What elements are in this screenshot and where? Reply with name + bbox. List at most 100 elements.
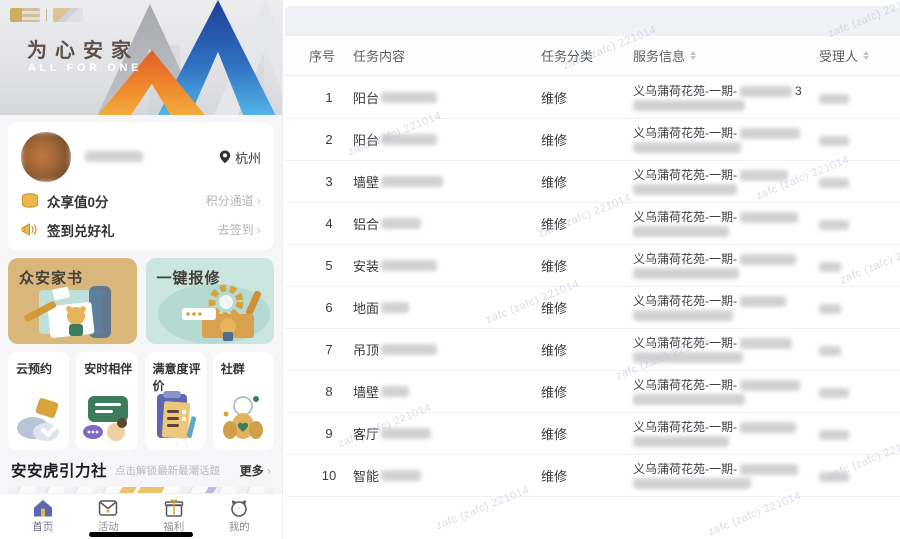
- tab-label: 我的: [228, 521, 250, 533]
- location[interactable]: 杭州: [219, 148, 261, 167]
- task-category-cell: 维修: [541, 469, 568, 484]
- table-body: 1 阳台 维修 义乌蒲荷花苑-一期- 3 2 阳台 维修 义乌蒲荷花苑-一期- 3…: [285, 77, 900, 497]
- community-illustration: [223, 396, 264, 439]
- task-category-cell: 维修: [541, 301, 568, 316]
- col-handler[interactable]: 受理人: [819, 46, 900, 65]
- points-link[interactable]: 积分通道: [206, 192, 254, 209]
- table-header: 序号 任务内容 任务分类 服务信息 受理人: [285, 36, 900, 76]
- service-info-cell: 义乌蒲荷花苑-一期-: [633, 420, 819, 447]
- megaphone-icon: [21, 223, 37, 236]
- avatar[interactable]: [21, 132, 71, 182]
- redacted-text: [740, 212, 798, 223]
- redacted-text: [381, 344, 438, 355]
- panel-top-band: [285, 6, 900, 36]
- redacted-text: [381, 470, 422, 481]
- table-row[interactable]: 7 吊顶 维修 义乌蒲荷花苑-一期-: [285, 329, 900, 371]
- brand-logos: [10, 7, 83, 23]
- service-info-cell: 义乌蒲荷花苑-一期-: [633, 294, 819, 321]
- app-banner: 为心安家 ALL FOR ONE: [0, 0, 282, 115]
- table-row[interactable]: 9 客厅 维修 义乌蒲荷花苑-一期-: [285, 413, 900, 455]
- redacted-text: [381, 134, 438, 145]
- signin-row[interactable]: 签到兑好礼 去签到 ›: [21, 215, 261, 244]
- chevron-right-icon: ›: [256, 222, 261, 237]
- table-row[interactable]: 2 阳台 维修 义乌蒲荷花苑-一期-: [285, 119, 900, 161]
- task-content-cell: 智能: [349, 466, 541, 485]
- row-index: 4: [325, 216, 333, 231]
- chevron-right-icon: ›: [256, 193, 261, 208]
- redacted-text: [633, 226, 729, 237]
- redacted-text: [381, 260, 438, 271]
- banner-subtitle: ALL FOR ONE: [28, 62, 142, 74]
- location-pin-icon: [219, 150, 231, 164]
- redacted-text: [819, 345, 841, 356]
- quick-action-satisfaction-review[interactable]: 满意度评价: [144, 352, 206, 450]
- task-category-cell: 维修: [541, 133, 568, 148]
- redacted-text: [819, 303, 841, 314]
- community-section-header: 安安虎引力社 点击解锁最新最潮话题 更多 ›: [11, 459, 271, 481]
- task-category-cell: 维修: [541, 343, 568, 358]
- row-index: 2: [325, 132, 333, 147]
- redacted-text: [633, 352, 743, 363]
- feature-card-label: 一键报修: [156, 270, 221, 287]
- task-content-cell: 墙壁: [349, 382, 541, 401]
- family-letter-illustration: [23, 286, 111, 338]
- task-content-cell: 阳台: [349, 88, 541, 107]
- redacted-text: [740, 128, 800, 139]
- envelope-icon: [99, 500, 118, 516]
- table-row[interactable]: 8 墙壁 维修 义乌蒲荷花苑-一期-: [285, 371, 900, 413]
- redacted-text: [381, 92, 438, 103]
- sort-icon[interactable]: [690, 51, 697, 60]
- task-content-cell: 客厅: [349, 424, 541, 443]
- mobile-app-panel: 为心安家 ALL FOR ONE 杭州 众享值0分 积分通道 › 签到兑好礼 去…: [0, 0, 283, 539]
- banner-title: 为心安家: [27, 40, 139, 62]
- feature-card-label: 众安家书: [19, 270, 84, 287]
- redacted-text: [819, 135, 849, 146]
- task-category-cell: 维修: [541, 175, 568, 190]
- brand-logo-right: [53, 8, 83, 22]
- table-row[interactable]: 3 墙壁 维修 义乌蒲荷花苑-一期-: [285, 161, 900, 203]
- row-index: 1: [325, 90, 333, 105]
- task-content-cell: 阳台: [349, 130, 541, 149]
- points-label: 众享值0分: [47, 194, 109, 210]
- redacted-text: [740, 380, 800, 391]
- cloud-booking-illustration: [16, 398, 59, 441]
- signin-label: 签到兑好礼: [47, 223, 115, 239]
- table-row[interactable]: 4 铝合 维修 义乌蒲荷花苑-一期-: [285, 203, 900, 245]
- coins-icon: [21, 193, 39, 208]
- redacted-text: [381, 218, 422, 229]
- community-more-link[interactable]: 更多: [240, 462, 264, 479]
- redacted-text: [633, 394, 745, 405]
- task-category-cell: 维修: [541, 217, 568, 232]
- col-service-info[interactable]: 服务信息: [633, 46, 819, 65]
- quick-action-label: 云预约: [16, 362, 53, 376]
- redacted-text: [740, 254, 796, 265]
- quick-action-companion[interactable]: 安时相伴: [76, 352, 138, 450]
- review-illustration: [157, 391, 197, 439]
- table-row[interactable]: 6 地面 维修 义乌蒲荷花苑-一期-: [285, 287, 900, 329]
- tab-home[interactable]: 首页: [10, 499, 76, 539]
- feature-card-family-letter[interactable]: 众安家书: [8, 258, 137, 344]
- service-info-cell: 义乌蒲荷花苑-一期-: [633, 210, 819, 237]
- row-index: 5: [325, 258, 333, 273]
- tab-label: 首页: [32, 521, 54, 533]
- feature-card-one-key-repair[interactable]: 一键报修: [145, 258, 274, 344]
- quick-action-cloud-booking[interactable]: 云预约: [8, 352, 70, 450]
- task-content-cell: 吊顶: [349, 340, 541, 359]
- table-row[interactable]: 1 阳台 维修 义乌蒲荷花苑-一期- 3: [285, 77, 900, 119]
- points-row[interactable]: 众享值0分 积分通道 ›: [21, 186, 261, 215]
- table-row[interactable]: 10 智能 维修 义乌蒲荷花苑-一期-: [285, 455, 900, 497]
- logo-divider: [46, 9, 47, 21]
- redacted-text: [740, 86, 792, 97]
- redacted-text: [819, 177, 849, 188]
- redacted-text: [819, 471, 849, 482]
- redacted-text: [381, 302, 410, 313]
- quick-action-community[interactable]: 社群: [212, 352, 274, 450]
- table-row[interactable]: 5 安装 维修 义乌蒲荷花苑-一期-: [285, 245, 900, 287]
- service-info-cell: 义乌蒲荷花苑-一期-: [633, 126, 819, 153]
- redacted-text: [381, 428, 432, 439]
- sort-icon[interactable]: [863, 51, 870, 60]
- signin-link[interactable]: 去签到: [218, 221, 254, 238]
- redacted-text: [381, 386, 410, 397]
- redacted-text: [819, 261, 841, 272]
- tab-profile[interactable]: 我的: [207, 499, 273, 539]
